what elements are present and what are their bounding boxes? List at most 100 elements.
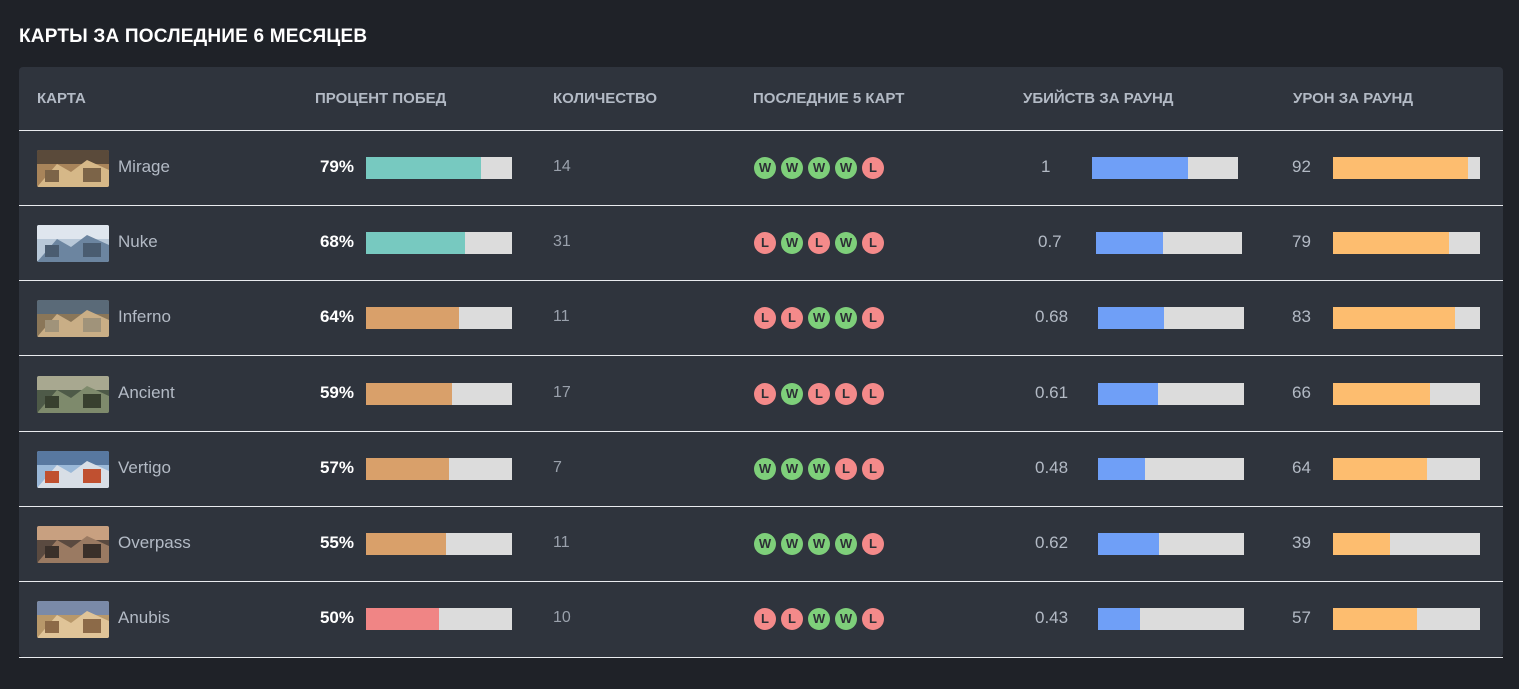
table-row[interactable]: Mirage 79% 14 W W W W L 1 92 — [19, 131, 1503, 206]
table-header: КАРТА ПРОЦЕНТ ПОБЕД КОЛИЧЕСТВО ПОСЛЕДНИЕ… — [19, 67, 1503, 131]
kills-per-round-value: 0.43 — [1035, 608, 1069, 627]
win-badge: W — [781, 232, 803, 254]
table-row[interactable]: Nuke 68% 31 L W L W L 0.7 79 — [19, 206, 1503, 281]
matches-count: 7 — [553, 459, 562, 476]
win-badge: W — [781, 383, 803, 405]
mirage-thumbnail — [37, 150, 109, 187]
column-header-count[interactable]: КОЛИЧЕСТВО — [553, 90, 657, 107]
damage-per-round-bar-fill — [1333, 383, 1430, 405]
loss-badge: L — [862, 232, 884, 254]
win-badge: W — [754, 533, 776, 555]
column-header-last5: ПОСЛЕДНИЕ 5 КАРТ — [753, 90, 905, 107]
last-five-results: LWLLL — [754, 383, 884, 405]
damage-per-round-bar — [1333, 458, 1480, 480]
loss-badge: L — [862, 157, 884, 179]
vertigo-thumbnail — [37, 451, 109, 488]
win-badge: W — [835, 307, 857, 329]
column-header-winrate[interactable]: ПРОЦЕНТ ПОБЕД — [315, 90, 446, 107]
win-badge: W — [781, 157, 803, 179]
loss-badge: L — [835, 458, 857, 480]
damage-per-round-bar — [1333, 383, 1480, 405]
table-row[interactable]: Ancient 59% 17 L W L L L 0.61 66 — [19, 357, 1503, 432]
damage-per-round-bar-fill — [1333, 458, 1427, 480]
ancient-thumbnail — [37, 376, 109, 413]
map-name[interactable]: Overpass — [118, 533, 191, 553]
matches-count: 17 — [553, 384, 571, 401]
winrate-bar — [366, 307, 512, 329]
win-badge: W — [808, 458, 830, 480]
loss-badge: L — [754, 307, 776, 329]
map-name[interactable]: Inferno — [118, 307, 171, 327]
table-row[interactable]: Inferno 64% 11 L L W W L 0.68 83 — [19, 281, 1503, 356]
map-name[interactable]: Ancient — [118, 383, 175, 403]
loss-badge: L — [754, 232, 776, 254]
winrate-value: 57% — [319, 458, 354, 477]
map-name[interactable]: Vertigo — [118, 458, 171, 478]
kills-per-round-bar — [1098, 533, 1244, 555]
win-badge: W — [754, 157, 776, 179]
damage-per-round-bar-fill — [1333, 307, 1455, 329]
kills-per-round-bar — [1098, 608, 1244, 630]
loss-badge: L — [862, 458, 884, 480]
winrate-bar — [366, 157, 512, 179]
kills-per-round-bar-fill — [1098, 307, 1164, 329]
win-badge: W — [781, 533, 803, 555]
damage-per-round-value: 79 — [1292, 232, 1311, 251]
loss-badge: L — [808, 383, 830, 405]
kills-per-round-bar-fill — [1098, 383, 1158, 405]
winrate-bar — [366, 383, 512, 405]
kills-per-round-bar — [1096, 232, 1242, 254]
damage-per-round-value: 39 — [1292, 533, 1311, 552]
winrate-bar — [366, 232, 512, 254]
kills-per-round-value: 0.62 — [1035, 533, 1069, 552]
damage-per-round-bar — [1333, 608, 1480, 630]
last-five-results: LLWWL — [754, 608, 884, 630]
map-name[interactable]: Anubis — [118, 608, 170, 628]
last-five-results: LWLWL — [754, 232, 884, 254]
column-header-kpr[interactable]: УБИЙСТВ ЗА РАУНД — [1023, 90, 1174, 107]
kills-per-round-bar-fill — [1098, 608, 1140, 630]
loss-badge: L — [862, 383, 884, 405]
nuke-thumbnail — [37, 225, 109, 262]
kills-per-round-bar-fill — [1098, 533, 1159, 555]
column-header-map[interactable]: КАРТА — [37, 90, 86, 107]
map-name[interactable]: Mirage — [118, 157, 170, 177]
table-row[interactable]: Anubis 50% 10 L L W W L 0.43 57 — [19, 582, 1503, 658]
win-badge: W — [835, 608, 857, 630]
winrate-bar — [366, 458, 512, 480]
loss-badge: L — [862, 307, 884, 329]
winrate-value: 79% — [319, 157, 354, 176]
damage-per-round-value: 66 — [1292, 383, 1311, 402]
kills-per-round-value: 0.68 — [1035, 307, 1069, 326]
last-five-results: LLWWL — [754, 307, 884, 329]
matches-count: 11 — [553, 308, 570, 325]
winrate-value: 59% — [319, 383, 354, 402]
winrate-bar-fill — [366, 533, 446, 555]
damage-per-round-value: 83 — [1292, 307, 1311, 326]
loss-badge: L — [754, 383, 776, 405]
loss-badge: L — [754, 608, 776, 630]
maps-table: КАРТА ПРОЦЕНТ ПОБЕД КОЛИЧЕСТВО ПОСЛЕДНИЕ… — [19, 67, 1503, 658]
anubis-thumbnail — [37, 601, 109, 638]
winrate-bar-fill — [366, 383, 452, 405]
damage-per-round-bar — [1333, 232, 1480, 254]
kills-per-round-value: 0.7 — [1038, 232, 1062, 251]
win-badge: W — [808, 157, 830, 179]
last-five-results: WWWWL — [754, 533, 884, 555]
table-row[interactable]: Overpass 55% 11 W W W W L 0.62 39 — [19, 507, 1503, 582]
kills-per-round-bar — [1092, 157, 1238, 179]
column-header-adr[interactable]: УРОН ЗА РАУНД — [1293, 90, 1413, 107]
loss-badge: L — [862, 608, 884, 630]
damage-per-round-bar — [1333, 157, 1480, 179]
table-row[interactable]: Vertigo 57% 7 W W W L L 0.48 64 — [19, 432, 1503, 507]
damage-per-round-bar — [1333, 307, 1480, 329]
damage-per-round-value: 57 — [1292, 608, 1311, 627]
damage-per-round-bar-fill — [1333, 157, 1468, 179]
damage-per-round-bar-fill — [1333, 232, 1449, 254]
matches-count: 10 — [553, 609, 571, 626]
winrate-bar-fill — [366, 157, 481, 179]
map-name[interactable]: Nuke — [118, 232, 158, 252]
win-badge: W — [808, 533, 830, 555]
maps-stats-page: КАРТЫ ЗА ПОСЛЕДНИЕ 6 МЕСЯЦЕВ КАРТА ПРОЦЕ… — [0, 0, 1519, 689]
win-badge: W — [781, 458, 803, 480]
